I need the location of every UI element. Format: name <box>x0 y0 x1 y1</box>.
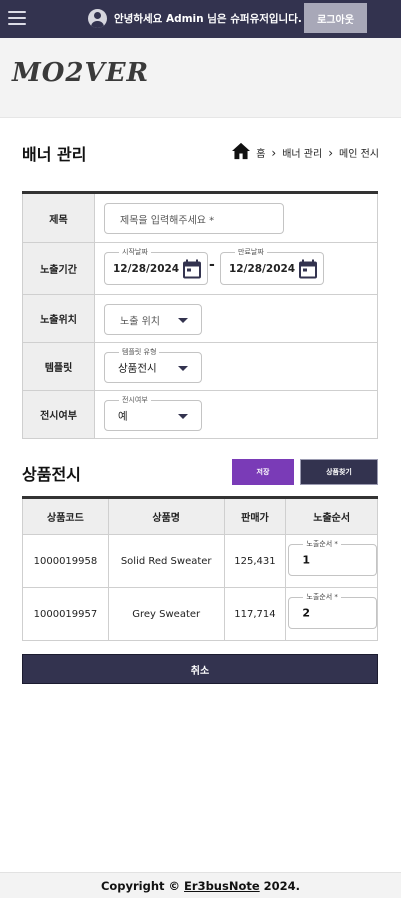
breadcrumb-banner-management[interactable]: 배너 관리 <box>282 145 322 160</box>
start-date-picker[interactable]: 시작날짜 12/28/2024 <box>104 247 208 285</box>
logout-button[interactable]: 로그아웃 <box>304 3 367 33</box>
table-row[interactable]: 1000019957 Grey Sweater 117,714 노출순서 * 2 <box>22 587 378 641</box>
template-value: 상품전시 <box>118 362 157 374</box>
display-label: 전시여부 <box>23 391 95 438</box>
cell-name: Solid Red Sweater <box>107 534 225 588</box>
breadcrumb-separator: › <box>271 145 277 160</box>
footer: Copyright © Er3busNote 2024. <box>0 872 401 898</box>
cell-code: 1000019957 <box>22 587 109 641</box>
column-header-order: 노출순서 <box>285 497 378 535</box>
home-icon[interactable] <box>231 142 251 160</box>
calendar-icon[interactable] <box>183 259 201 278</box>
user-avatar-icon <box>88 9 107 28</box>
template-label: 템플릿 <box>23 343 95 390</box>
order-legend: 노출순서 * <box>303 592 341 602</box>
title-placeholder: 제목을 입력해주세요 * <box>120 215 215 226</box>
display-select[interactable]: 전시여부 예 <box>104 395 202 431</box>
hamburger-menu-icon[interactable] <box>8 11 26 25</box>
product-table: 상품코드 상품명 판매가 노출순서 1000019958 Solid Red S… <box>22 496 378 641</box>
template-select[interactable]: 템플릿 유형 상품전시 <box>104 347 202 383</box>
calendar-icon[interactable] <box>299 259 317 278</box>
table-row[interactable]: 1000019958 Solid Red Sweater 125,431 노출순… <box>22 534 378 588</box>
cell-name: Grey Sweater <box>107 587 225 641</box>
date-separator: - <box>209 257 215 273</box>
order-value: 2 <box>302 606 311 620</box>
cell-order: 노출순서 * 1 <box>285 534 378 588</box>
chevron-down-icon <box>178 413 188 419</box>
order-value: 1 <box>302 553 311 567</box>
position-select[interactable]: 노출 위치 <box>104 304 202 335</box>
form-row-template: 템플릿 템플릿 유형 상품전시 <box>22 343 378 391</box>
position-placeholder: 노출 위치 <box>120 316 160 327</box>
cancel-button[interactable]: 취소 <box>22 654 378 684</box>
top-app-bar: 안녕하세요 Admin 님은 슈퍼유저입니다. 로그아웃 <box>0 0 401 38</box>
position-label: 노출위치 <box>23 295 95 342</box>
chevron-down-icon <box>178 317 188 323</box>
author-link[interactable]: Er3busNote <box>184 879 260 893</box>
column-header-name: 상품명 <box>107 497 225 535</box>
copyright-text: Copyright © <box>100 878 181 893</box>
order-input[interactable]: 노출순서 * 1 <box>288 539 377 576</box>
title-label: 제목 <box>23 194 95 242</box>
chevron-down-icon <box>178 365 188 371</box>
form-row-position: 노출위치 노출 위치 <box>22 295 378 343</box>
display-value: 예 <box>118 410 128 422</box>
breadcrumb: 홈 › 배너 관리 › 메인 전시 <box>231 142 379 160</box>
breadcrumb-separator: › <box>328 145 334 160</box>
brand-logo[interactable]: MO2VER <box>12 58 149 88</box>
column-header-code: 상품코드 <box>22 497 109 535</box>
cell-price: 117,714 <box>223 587 287 641</box>
cell-order: 노출순서 * 2 <box>285 587 378 641</box>
find-products-button[interactable]: 상품찾기 <box>300 459 378 485</box>
banner-form: 제목 제목을 입력해주세요 * 노출기간 시작날짜 12/28/2024 - 만… <box>22 191 378 439</box>
cell-code: 1000019958 <box>22 534 109 588</box>
page-title: 배너 관리 <box>22 145 87 164</box>
breadcrumb-main-display: 메인 전시 <box>339 149 379 160</box>
column-header-price: 판매가 <box>223 497 287 535</box>
table-header-row: 상품코드 상품명 판매가 노출순서 <box>22 497 378 535</box>
display-legend: 전시여부 <box>119 395 151 405</box>
greeting-text: 안녕하세요 Admin 님은 슈퍼유저입니다. <box>114 13 302 25</box>
save-button[interactable]: 저장 <box>232 459 294 485</box>
order-input[interactable]: 노출순서 * 2 <box>288 592 377 629</box>
end-date-legend: 만료날짜 <box>235 247 267 257</box>
form-row-title: 제목 제목을 입력해주세요 * <box>22 194 378 243</box>
period-label: 노출기간 <box>23 243 95 294</box>
order-legend: 노출순서 * <box>303 539 341 549</box>
logo-bar: MO2VER <box>0 38 401 118</box>
start-date-legend: 시작날짜 <box>119 247 151 257</box>
end-date-value: 12/28/2024 <box>229 262 296 275</box>
copyright-year: 2024. <box>263 878 301 893</box>
form-row-period: 노출기간 시작날짜 12/28/2024 - 만료날짜 12/28/2024 <box>22 243 378 295</box>
end-date-picker[interactable]: 만료날짜 12/28/2024 <box>220 247 324 285</box>
cell-price: 125,431 <box>223 534 287 588</box>
template-legend: 템플릿 유형 <box>119 347 160 357</box>
form-row-display: 전시여부 전시여부 예 <box>22 391 378 439</box>
breadcrumb-home[interactable]: 홈 <box>256 145 265 160</box>
title-input[interactable]: 제목을 입력해주세요 * <box>104 203 284 234</box>
start-date-value: 12/28/2024 <box>113 262 180 275</box>
section-title: 상품전시 <box>22 465 81 484</box>
